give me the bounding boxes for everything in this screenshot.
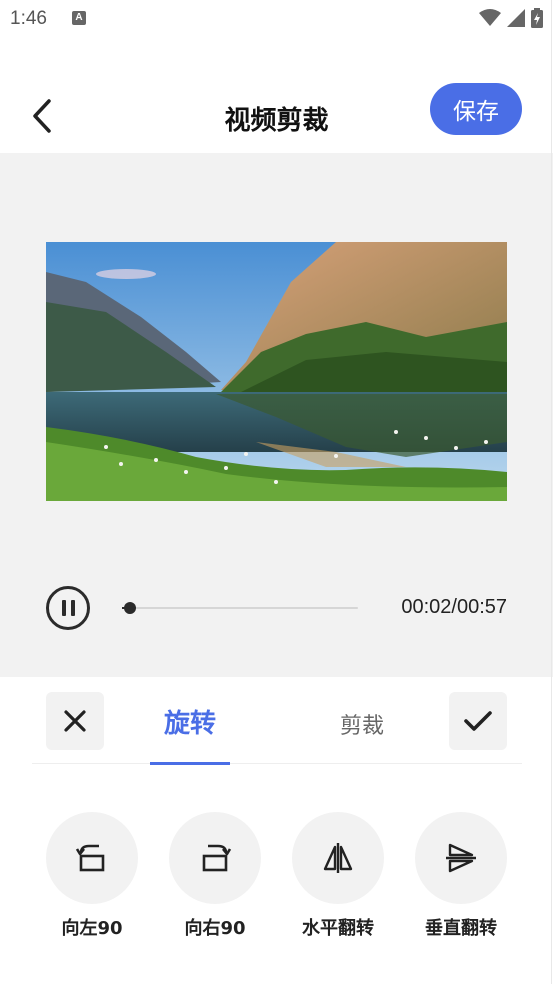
confirm-button[interactable]: [449, 692, 507, 750]
screen-edge: [551, 0, 552, 984]
flip-vertical-button[interactable]: 垂直翻转: [415, 812, 507, 940]
notification-icon: A: [72, 11, 86, 25]
video-preview-area: 00:02/00:57: [0, 153, 553, 677]
status-bar: 1:46 A: [0, 0, 553, 38]
seek-thumb[interactable]: [124, 602, 137, 614]
active-tab-indicator: [150, 762, 230, 765]
check-icon: [464, 711, 492, 731]
seek-bar[interactable]: [122, 602, 358, 614]
save-button[interactable]: 保存: [430, 83, 522, 135]
rotate-left-button[interactable]: 向左90: [46, 812, 138, 940]
video-frame[interactable]: [46, 242, 507, 501]
time-readout: 00:02/00:57: [401, 596, 507, 618]
wifi-icon: [479, 9, 501, 26]
cancel-button[interactable]: [46, 692, 104, 750]
flip-horizontal-button[interactable]: 水平翻转: [292, 812, 384, 940]
edit-tool-panel: 旋转 剪裁 向左90 向右90 水平翻转 垂直翻转: [0, 677, 553, 984]
pause-icon: [61, 600, 66, 616]
rotate-left-label: 向左90: [61, 918, 123, 939]
status-time: 1:46: [10, 8, 47, 29]
rotate-left-icon: [75, 844, 105, 872]
top-bar: 视频剪裁 保存: [0, 80, 553, 152]
tab-crop[interactable]: 剪裁: [322, 708, 402, 740]
status-indicators: [479, 8, 543, 28]
battery-icon: [531, 8, 543, 28]
rotate-right-button[interactable]: 向右90: [169, 812, 261, 940]
rotate-right-label: 向右90: [184, 918, 246, 939]
video-thumbnail: [46, 242, 507, 501]
flip-vertical-icon: [446, 843, 476, 873]
tab-rotate[interactable]: 旋转: [150, 703, 230, 740]
tab-divider: [32, 763, 522, 764]
rotate-right-icon: [202, 844, 232, 872]
close-icon: [64, 710, 86, 732]
pause-button[interactable]: [46, 586, 90, 630]
flip-horizontal-label: 水平翻转: [302, 918, 374, 939]
flip-horizontal-icon: [323, 843, 353, 873]
flip-vertical-label: 垂直翻转: [425, 918, 497, 939]
signal-icon: [507, 9, 525, 27]
